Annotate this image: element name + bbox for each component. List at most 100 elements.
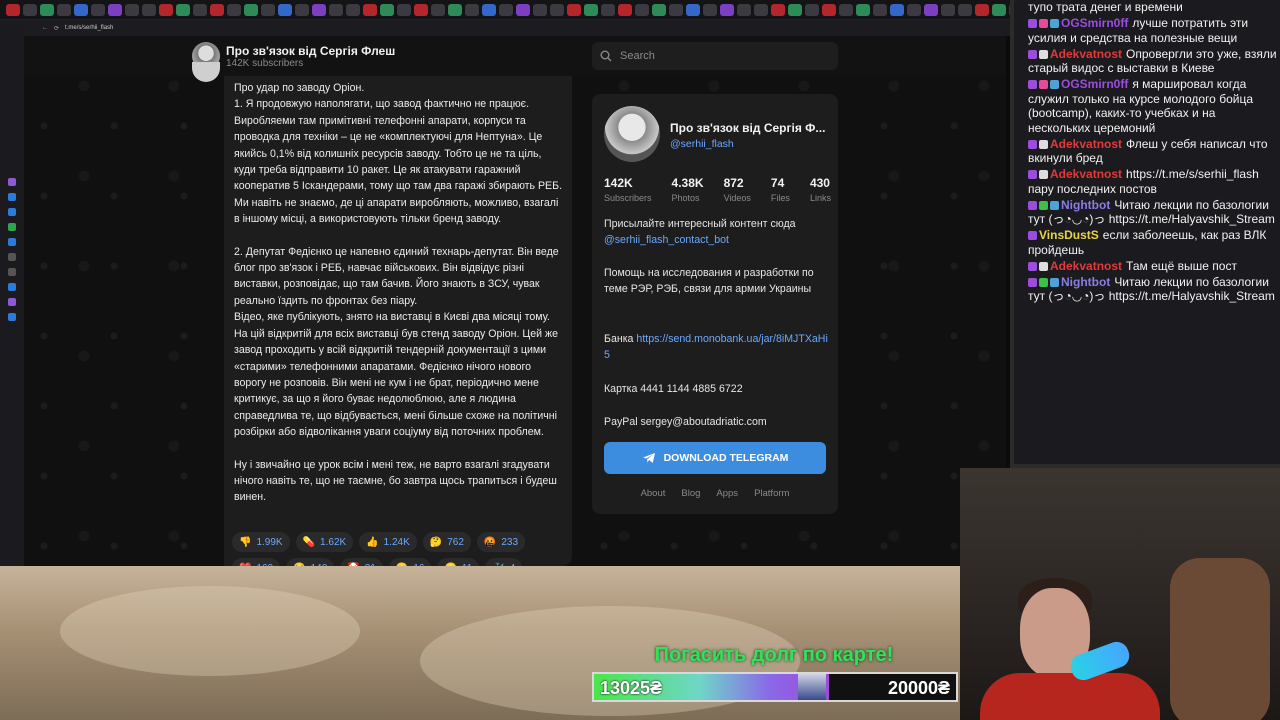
browser-tab[interactable] xyxy=(890,3,904,16)
browser-tab[interactable] xyxy=(788,3,802,16)
browser-tab[interactable] xyxy=(924,3,938,16)
reaction-chip[interactable]: 🤔 762 xyxy=(422,532,471,552)
chat-username[interactable]: OGSmirn0ff xyxy=(1061,16,1128,30)
browser-tab[interactable] xyxy=(176,3,190,16)
browser-tab[interactable] xyxy=(108,3,122,16)
browser-tab[interactable] xyxy=(6,3,20,16)
sidebar-app-icon[interactable] xyxy=(8,208,16,216)
footer-link[interactable]: Apps xyxy=(716,488,738,499)
browser-tab[interactable] xyxy=(74,3,88,16)
channel-stat[interactable]: 74 Files xyxy=(771,176,790,203)
reaction-chip[interactable]: 😢140 xyxy=(286,558,335,566)
sidebar-app-icon[interactable] xyxy=(8,298,16,306)
x-icon[interactable] xyxy=(8,268,16,276)
browser-tab[interactable] xyxy=(669,3,683,16)
browser-tab[interactable] xyxy=(465,3,479,16)
browser-tab[interactable] xyxy=(210,3,224,16)
channel-stat[interactable]: 430 Links xyxy=(810,176,831,203)
browser-tab[interactable] xyxy=(618,3,632,16)
browser-tab[interactable] xyxy=(23,3,37,16)
browser-tab[interactable] xyxy=(142,3,156,16)
browser-tab[interactable] xyxy=(550,3,564,16)
channel-handle-link[interactable]: @serhii_flash xyxy=(670,138,734,150)
telegram-icon[interactable] xyxy=(8,238,16,246)
chat-username[interactable]: Nightbot xyxy=(1061,198,1110,212)
browser-tab[interactable] xyxy=(533,3,547,16)
browser-tab[interactable] xyxy=(516,3,530,16)
channel-title[interactable]: Про зв'язок від Сергія Флеш xyxy=(226,44,395,58)
address-bar[interactable]: ← ⟳ t.me/s/serhii_flash xyxy=(24,20,1010,36)
reaction-chip[interactable]: 💊 1.62K xyxy=(295,532,354,552)
sidebar-app-icon[interactable] xyxy=(8,193,16,201)
channel-stat[interactable]: 872 Videos xyxy=(724,176,751,203)
browser-tab[interactable] xyxy=(329,3,343,16)
browser-tab[interactable] xyxy=(261,3,275,16)
browser-tab[interactable] xyxy=(346,3,360,16)
search-input[interactable]: Search xyxy=(592,42,838,70)
footer-link[interactable]: Platform xyxy=(754,488,789,499)
browser-tab[interactable] xyxy=(414,3,428,16)
browser-tab[interactable] xyxy=(227,3,241,16)
browser-tab[interactable] xyxy=(567,3,581,16)
browser-tab[interactable] xyxy=(363,3,377,16)
browser-tab[interactable] xyxy=(91,3,105,16)
browser-tab[interactable] xyxy=(448,3,462,16)
browser-tab[interactable] xyxy=(805,3,819,16)
browser-tab[interactable] xyxy=(57,3,71,16)
browser-tab[interactable] xyxy=(873,3,887,16)
browser-tab[interactable] xyxy=(635,3,649,16)
browser-tab[interactable] xyxy=(941,3,955,16)
browser-tab[interactable] xyxy=(737,3,751,16)
chat-username[interactable]: Adekvatnost xyxy=(1050,167,1122,181)
chat-username[interactable]: VinsDustS xyxy=(1039,228,1099,242)
browser-tab[interactable] xyxy=(686,3,700,16)
footer-link[interactable]: About xyxy=(641,488,666,499)
sidebar-app-icon[interactable] xyxy=(8,178,16,186)
browser-tab[interactable] xyxy=(703,3,717,16)
browser-tab[interactable] xyxy=(584,3,598,16)
reaction-chip[interactable]: 👍 1.24K xyxy=(359,532,417,552)
reaction-chip[interactable]: 🤬 233 xyxy=(476,532,526,552)
reaction-chip[interactable]: 🤡31 xyxy=(340,558,383,566)
channel-stat[interactable]: 4.38K Photos xyxy=(672,176,704,203)
url-text[interactable]: t.me/s/serhii_flash xyxy=(65,25,113,31)
browser-tab[interactable] xyxy=(244,3,258,16)
browser-tab[interactable] xyxy=(975,3,989,16)
reaction-chip[interactable]: 😐11 xyxy=(437,558,480,566)
browser-tab[interactable] xyxy=(856,3,870,16)
browser-tab[interactable] xyxy=(907,3,921,16)
chat-username[interactable]: Adekvatnost xyxy=(1050,259,1122,273)
browser-tab[interactable] xyxy=(499,3,513,16)
browser-tab[interactable] xyxy=(40,3,54,16)
reload-icon[interactable]: ⟳ xyxy=(54,25,59,32)
chat-username[interactable]: Adekvatnost xyxy=(1050,47,1122,61)
browser-tab[interactable] xyxy=(295,3,309,16)
contact-bot-link[interactable]: @serhii_flash_contact_bot xyxy=(604,232,828,248)
sidebar-app-icon[interactable] xyxy=(8,313,16,321)
discord-icon[interactable] xyxy=(8,283,16,291)
reaction-chip[interactable]: ❤️169 xyxy=(232,558,281,566)
browser-tab[interactable] xyxy=(380,3,394,16)
back-icon[interactable]: ← xyxy=(42,25,48,31)
post-author-avatar[interactable] xyxy=(192,62,220,82)
browser-tab[interactable] xyxy=(720,3,734,16)
browser-tab[interactable] xyxy=(601,3,615,16)
browser-tab[interactable] xyxy=(958,3,972,16)
bank-link[interactable]: https://send.monobank.ua/jar/8iMJTXaHi5 xyxy=(604,333,828,361)
browser-tab[interactable] xyxy=(397,3,411,16)
chat-username[interactable]: Nightbot xyxy=(1061,275,1110,289)
browser-tab[interactable] xyxy=(431,3,445,16)
download-telegram-button[interactable]: DOWNLOAD TELEGRAM xyxy=(604,442,826,474)
reaction-chip[interactable]: 👎 1.99K xyxy=(232,532,290,552)
browser-tab[interactable] xyxy=(754,3,768,16)
reaction-chip[interactable]: 🐳4 xyxy=(485,558,523,566)
sidebar-app-icon[interactable] xyxy=(8,253,16,261)
browser-tab[interactable] xyxy=(125,3,139,16)
browser-tab[interactable] xyxy=(159,3,173,16)
whatsapp-icon[interactable] xyxy=(8,223,16,231)
footer-link[interactable]: Blog xyxy=(681,488,700,499)
chat-username[interactable]: OGSmirn0ff xyxy=(1061,77,1128,91)
reaction-chip[interactable]: 😁16 xyxy=(388,558,432,566)
browser-tab[interactable] xyxy=(771,3,785,16)
browser-tab[interactable] xyxy=(652,3,666,16)
